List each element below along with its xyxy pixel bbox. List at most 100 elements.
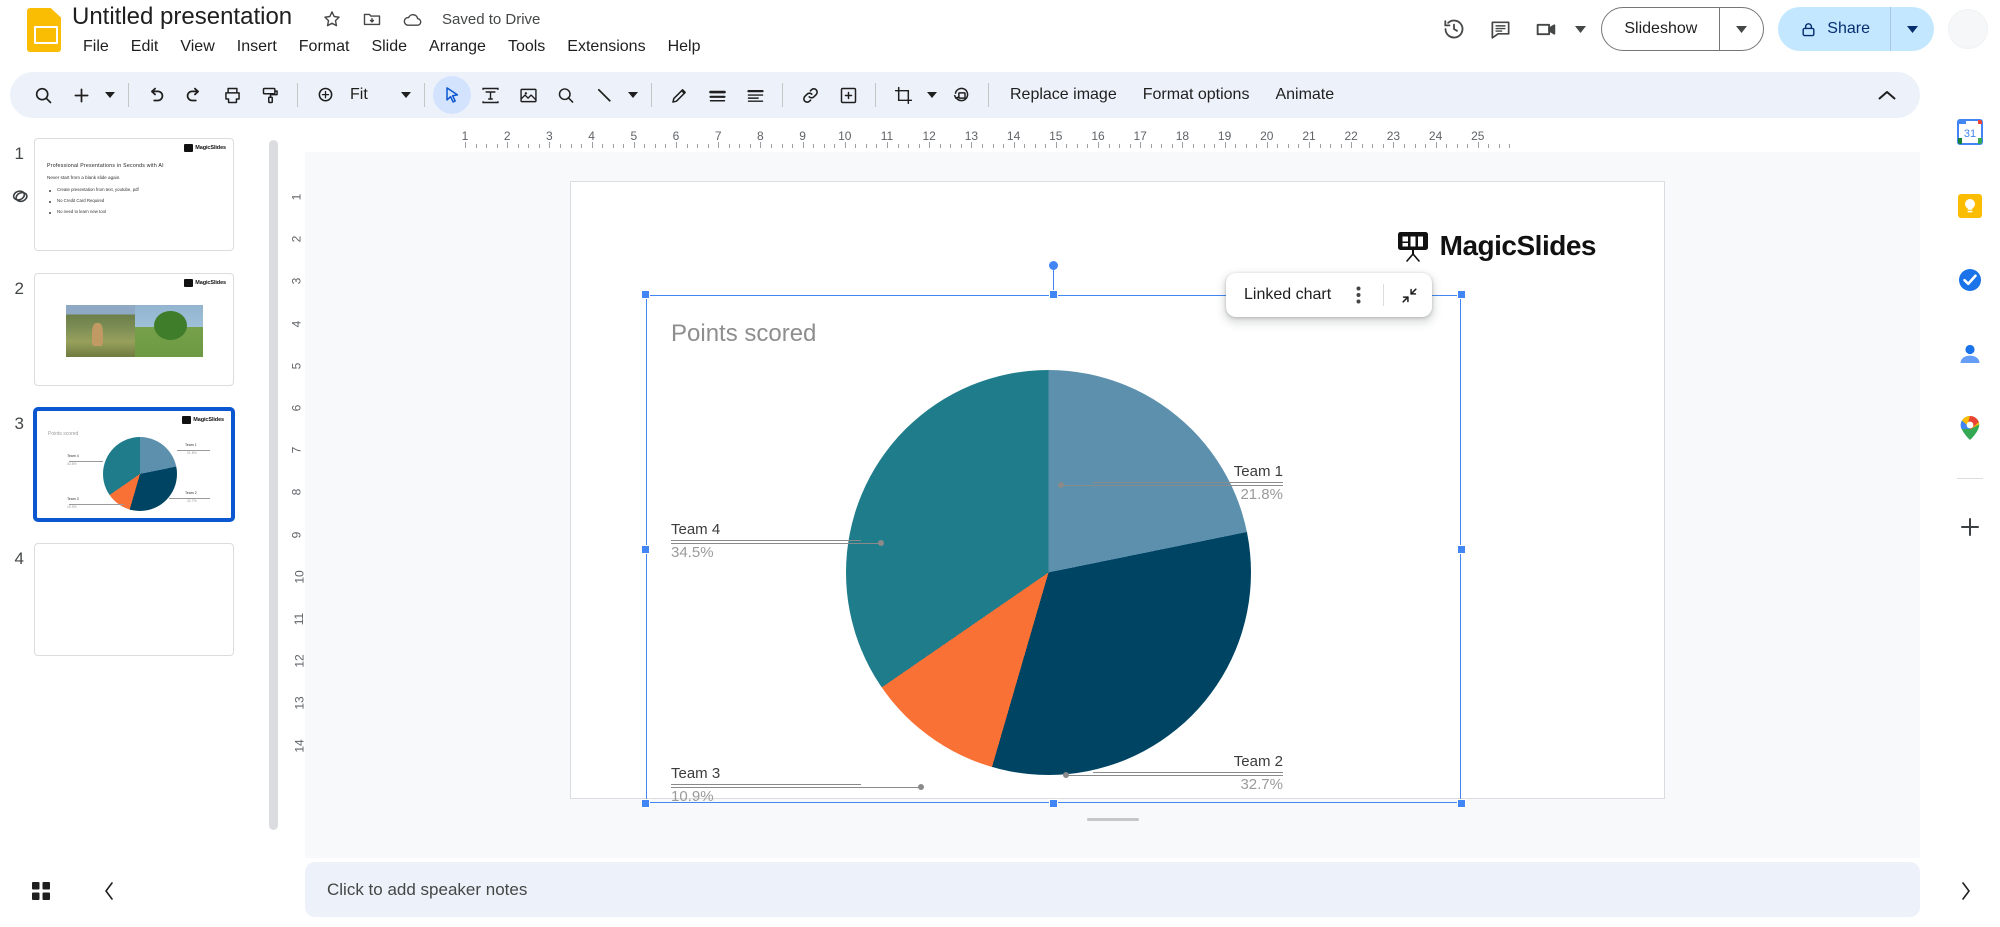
zoom-chevron-down-icon[interactable] [396, 76, 416, 114]
pen-icon[interactable] [660, 76, 698, 114]
undo-icon[interactable] [137, 76, 175, 114]
resize-handle-middle-left[interactable] [641, 545, 650, 554]
version-history-icon[interactable] [1431, 6, 1477, 52]
ruler-minor-tick [1172, 144, 1173, 148]
slide-thumbnail-1[interactable]: MagicSlides Professional Presentations i… [34, 138, 234, 251]
list-icon[interactable] [736, 76, 774, 114]
format-options-button[interactable]: Format options [1130, 79, 1263, 111]
meet-chevron-down-icon[interactable] [1569, 6, 1591, 52]
slideshow-chevron-down-icon[interactable] [1720, 8, 1763, 50]
grid-view-icon[interactable] [20, 870, 62, 912]
mask-image-icon[interactable] [942, 76, 980, 114]
google-keep-icon[interactable] [1948, 184, 1992, 228]
google-tasks-icon[interactable] [1948, 258, 1992, 302]
expand-panel-chevron-right-icon[interactable] [1944, 870, 1986, 912]
document-title[interactable]: Untitled presentation [72, 3, 292, 31]
slideshow-button[interactable]: Slideshow [1601, 7, 1764, 51]
resize-handle-top-center[interactable] [1049, 290, 1058, 299]
pie-slices[interactable] [846, 370, 1251, 775]
menu-edit[interactable]: Edit [120, 36, 170, 58]
video-camera-icon[interactable] [1523, 6, 1569, 52]
slide-thumbnail-2[interactable]: MagicSlides [34, 273, 234, 386]
canvas-area[interactable]: MagicSlides Points scored Team 1 21.8% T… [305, 152, 1920, 858]
more-vert-icon[interactable] [1341, 278, 1375, 312]
filmstrip-slide-2[interactable]: 2 MagicSlides [0, 251, 265, 386]
menu-help[interactable]: Help [657, 36, 712, 58]
paint-format-icon[interactable] [251, 76, 289, 114]
popup-divider [1383, 284, 1384, 306]
cursor-select-icon[interactable] [433, 76, 471, 114]
new-slide-plus-icon[interactable] [62, 76, 100, 114]
resize-handle-top-right[interactable] [1457, 290, 1466, 299]
slides-logo-icon[interactable] [22, 8, 66, 52]
share-button[interactable]: Share [1778, 7, 1934, 51]
resize-handle-top-left[interactable] [641, 290, 650, 299]
google-contacts-icon[interactable] [1948, 332, 1992, 376]
cloud-saved-icon[interactable] [400, 7, 424, 31]
add-comment-icon[interactable] [829, 76, 867, 114]
search-icon[interactable] [24, 76, 62, 114]
speaker-notes-pane[interactable]: Click to add speaker notes [305, 862, 1920, 917]
collapse-arrows-icon[interactable] [1392, 278, 1426, 312]
insert-link-icon[interactable] [791, 76, 829, 114]
avatar[interactable] [1948, 9, 1988, 49]
text-box-icon[interactable] [471, 76, 509, 114]
filmstrip-slide-3[interactable]: 3 MagicSlides Points scored Team 4 34.5%… [0, 386, 265, 521]
chart-object[interactable]: Points scored Team 1 21.8% Team 2 32.7% [646, 295, 1461, 803]
collapse-filmstrip-chevron-left-icon[interactable] [88, 870, 130, 912]
menu-extensions[interactable]: Extensions [556, 36, 656, 58]
menu-arrange[interactable]: Arrange [418, 36, 497, 58]
resize-handle-bottom-left[interactable] [641, 799, 650, 808]
resize-handle-bottom-center[interactable] [1049, 799, 1058, 808]
line-weight-icon[interactable] [698, 76, 736, 114]
replace-image-button[interactable]: Replace image [997, 79, 1130, 111]
menu-file[interactable]: File [72, 36, 120, 58]
slide-thumbnail-3[interactable]: MagicSlides Points scored Team 4 34.5% T… [34, 408, 234, 521]
line-icon[interactable] [585, 76, 623, 114]
animate-button[interactable]: Animate [1262, 79, 1347, 111]
zoom-level[interactable]: Fit [344, 86, 396, 104]
meet-group [1523, 6, 1591, 52]
notes-resize-grip[interactable] [1087, 818, 1139, 821]
move-to-folder-icon[interactable] [360, 7, 384, 31]
ruler-minor-tick [1499, 144, 1500, 148]
menu-insert[interactable]: Insert [226, 36, 288, 58]
google-calendar-icon[interactable]: 31 [1948, 110, 1992, 154]
filmstrip-slide-4[interactable]: 4 [0, 521, 265, 656]
menu-format[interactable]: Format [288, 36, 361, 58]
filmstrip-slide-1[interactable]: 1 MagicSlides Professional Presentations… [0, 128, 265, 251]
crop-chevron-down-icon[interactable] [922, 76, 942, 114]
horizontal-ruler[interactable]: 1234567891011121314151617181920212223242… [300, 128, 1920, 154]
zoom-icon[interactable] [306, 76, 344, 114]
ruler-minor-tick [581, 144, 582, 148]
slide-thumbnail-4[interactable] [34, 543, 234, 656]
resize-handle-middle-right[interactable] [1457, 545, 1466, 554]
print-icon[interactable] [213, 76, 251, 114]
menu-tools[interactable]: Tools [497, 36, 556, 58]
share-chevron-down-icon[interactable] [1891, 7, 1934, 51]
shape-icon[interactable] [547, 76, 585, 114]
new-slide-chevron-down-icon[interactable] [100, 76, 120, 114]
toolbar-collapse-chevron-up-icon[interactable] [1868, 76, 1906, 114]
line-chevron-down-icon[interactable] [623, 76, 643, 114]
ruler-minor-tick [792, 144, 793, 148]
slide-filmstrip[interactable]: 1 MagicSlides Professional Presentations… [0, 128, 265, 858]
link-slides-icon[interactable] [8, 184, 32, 213]
crop-icon[interactable] [884, 76, 922, 114]
filmstrip-scrollbar[interactable] [268, 140, 279, 840]
add-addon-icon[interactable] [1948, 505, 1992, 549]
menu-view[interactable]: View [169, 36, 225, 58]
resize-handle-bottom-right[interactable] [1457, 799, 1466, 808]
pie-chart[interactable] [846, 370, 1251, 775]
rotate-handle[interactable] [1049, 261, 1058, 270]
filmstrip-scrollbar-thumb[interactable] [269, 140, 278, 830]
ruler-minor-tick [1235, 144, 1236, 148]
linked-chart-popup[interactable]: Linked chart [1226, 273, 1432, 317]
menu-slide[interactable]: Slide [360, 36, 418, 58]
slide-canvas[interactable]: MagicSlides Points scored Team 1 21.8% T… [570, 181, 1665, 799]
star-icon[interactable] [320, 7, 344, 31]
redo-icon[interactable] [175, 76, 213, 114]
google-maps-icon[interactable] [1948, 406, 1992, 450]
comment-icon[interactable] [1477, 6, 1523, 52]
insert-image-icon[interactable] [509, 76, 547, 114]
